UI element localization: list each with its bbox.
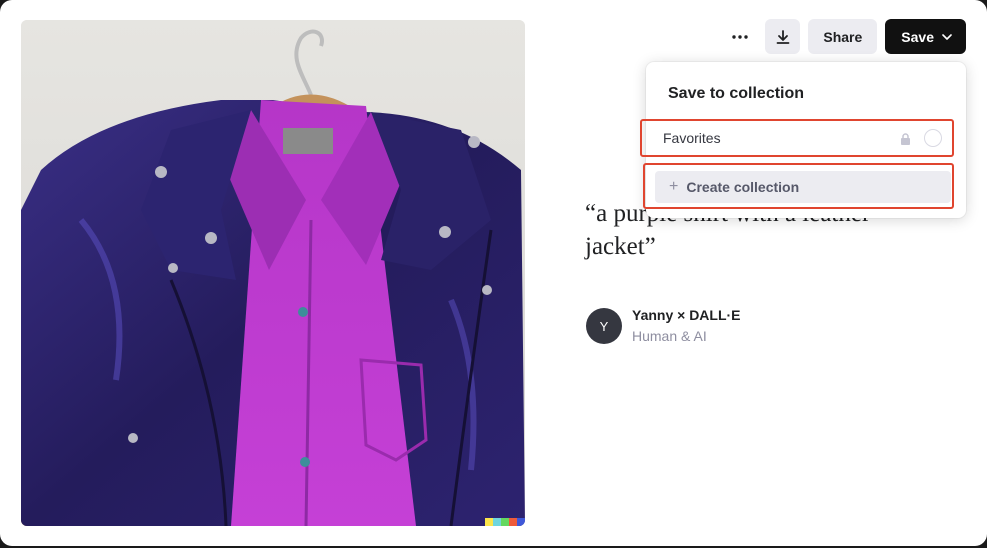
signature-swatch: [517, 518, 525, 526]
signature-swatch: [501, 518, 509, 526]
menu-title: Save to collection: [668, 85, 805, 102]
create-collection-button[interactable]: + Create collection: [655, 171, 951, 203]
signature-swatch: [485, 518, 493, 526]
collection-item-favorites[interactable]: Favorites: [640, 119, 954, 157]
collection-radio[interactable]: [924, 129, 942, 147]
author-info: Y Yanny × DALL·E Human & AI: [586, 306, 741, 346]
author-text: Yanny × DALL·E Human & AI: [632, 306, 741, 346]
chevron-down-icon: [942, 33, 952, 40]
collection-label: Favorites: [663, 130, 721, 146]
toolbar: Share Save: [722, 19, 966, 54]
more-options-button[interactable]: [722, 19, 757, 54]
share-button[interactable]: Share: [808, 19, 878, 54]
signature-swatch: [509, 518, 517, 526]
signature-swatch: [493, 518, 501, 526]
plus-icon: +: [669, 178, 679, 195]
jacket-illustration: [21, 20, 525, 526]
lock-icon: [901, 133, 910, 145]
dalle-signature: [485, 518, 525, 526]
author-subtitle: Human & AI: [632, 328, 707, 344]
download-icon: [776, 29, 790, 44]
download-button[interactable]: [765, 19, 801, 54]
share-button-label: Share: [823, 28, 863, 45]
image-detail-modal: Share Save “a purple shirt with a leathe…: [0, 0, 987, 546]
author-name[interactable]: Yanny × DALL·E: [632, 306, 741, 324]
create-collection-label: Create collection: [686, 179, 800, 195]
generated-image[interactable]: [21, 20, 525, 526]
avatar[interactable]: Y: [586, 308, 622, 344]
save-button[interactable]: Save: [885, 19, 966, 54]
save-button-label: Save: [901, 28, 934, 45]
save-to-collection-menu: Save to collection Favorites + Create co…: [640, 62, 966, 218]
more-horizontal-icon: [732, 34, 748, 39]
